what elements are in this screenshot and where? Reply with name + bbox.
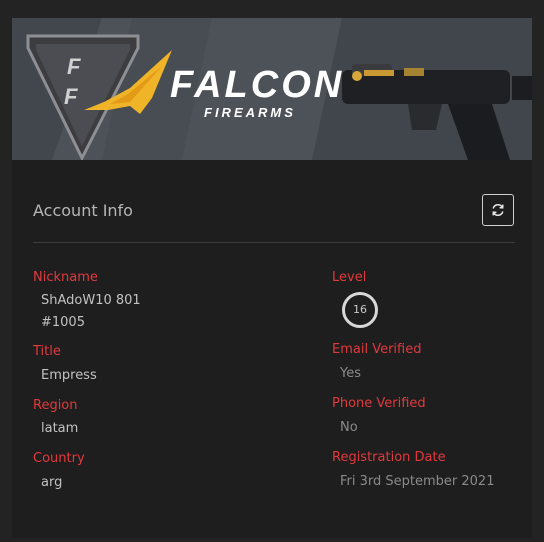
email-verified-label: Email Verified — [332, 342, 422, 357]
nickname-tag: #1005 — [41, 315, 85, 330]
registration-date-value: Fri 3rd September 2021 — [340, 474, 495, 489]
refresh-button[interactable] — [482, 194, 514, 226]
account-header: Account Info — [33, 194, 515, 248]
header-divider — [33, 242, 515, 243]
svg-text:F: F — [67, 54, 81, 79]
falcon-firearms-banner: F F FALCON FIREARMS — [12, 18, 532, 160]
email-verified-value: Yes — [340, 366, 361, 381]
registration-date-label: Registration Date — [332, 450, 446, 465]
nickname-label: Nickname — [33, 270, 98, 285]
country-value: arg — [41, 475, 63, 490]
brand-subtitle: FIREARMS — [204, 105, 296, 120]
refresh-icon — [492, 204, 504, 216]
level-badge: 16 — [341, 291, 379, 329]
svg-text:F: F — [64, 84, 78, 109]
page-title: Account Info — [33, 201, 133, 220]
title-label: Title — [33, 344, 61, 359]
nickname-value: ShAdoW10 801 — [41, 293, 141, 308]
level-label: Level — [332, 270, 367, 285]
brand-name: FALCON — [170, 64, 345, 106]
phone-verified-label: Phone Verified — [332, 396, 426, 411]
account-card: F F FALCON FIREARMS Account Info Nicknam… — [12, 18, 532, 538]
phone-verified-value: No — [340, 420, 358, 435]
country-label: Country — [33, 451, 85, 466]
level-value: 16 — [353, 303, 367, 316]
title-value: Empress — [41, 368, 97, 383]
region-value: latam — [41, 421, 79, 436]
region-label: Region — [33, 398, 78, 413]
